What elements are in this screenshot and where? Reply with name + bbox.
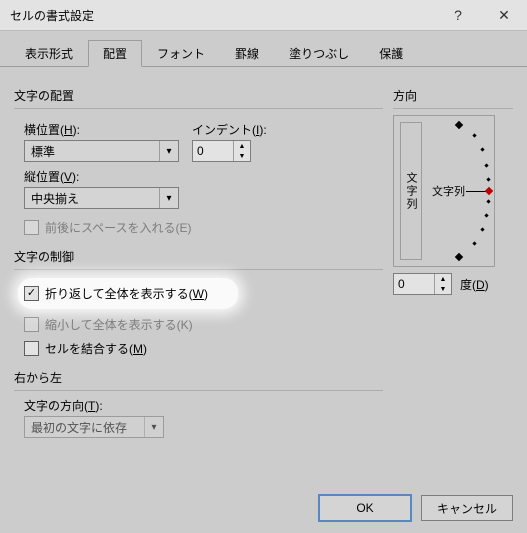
orientation-vertical-text: 文字列: [403, 172, 419, 211]
orientation-vertical-button[interactable]: 文字列: [400, 122, 422, 260]
wrap-text-row[interactable]: 折り返して全体を表示する(W): [24, 283, 208, 304]
wrap-text-label: 折り返して全体を表示する(W): [45, 285, 208, 302]
wrap-text-checkbox[interactable]: [24, 286, 39, 301]
degrees-value: 0: [394, 274, 434, 294]
tab-alignment[interactable]: 配置: [88, 40, 142, 67]
shrink-fit-label: 縮小して全体を表示する(K): [45, 316, 193, 333]
shrink-fit-row: 縮小して全体を表示する(K): [24, 314, 383, 335]
orientation-legend: 方向: [393, 87, 513, 104]
degrees-spinner[interactable]: 0 ▲▼: [393, 273, 452, 295]
vertical-value: 中央揃え: [25, 190, 159, 207]
indent-spinner[interactable]: 0 ▲▼: [192, 140, 251, 162]
title-bar: セルの書式設定 ? ✕: [0, 0, 527, 31]
cancel-button[interactable]: キャンセル: [421, 495, 513, 521]
spinner-down-icon[interactable]: ▼: [435, 284, 451, 294]
merge-cells-label: セルを結合する(M): [45, 340, 147, 357]
indent-label: インデント(I):: [192, 121, 267, 138]
vertical-combo[interactable]: 中央揃え ▾: [24, 187, 179, 209]
merge-cells-row[interactable]: セルを結合する(M): [24, 338, 383, 359]
justify-distribute-row: 前後にスペースを入れる(E): [24, 217, 383, 238]
ok-button[interactable]: OK: [319, 495, 411, 521]
orientation-dial-label: 文字列: [432, 183, 465, 199]
orientation-box[interactable]: 文字列 文字列: [393, 115, 495, 267]
text-direction-value: 最初の文字に依存: [25, 419, 144, 436]
justify-distribute-checkbox: [24, 220, 39, 235]
chevron-down-icon: ▾: [159, 141, 178, 161]
degrees-label: 度(D): [460, 276, 489, 293]
spinner-up-icon[interactable]: ▲: [234, 141, 250, 151]
text-control-legend: 文字の制御: [14, 248, 383, 265]
tab-number-format[interactable]: 表示形式: [10, 40, 88, 67]
vertical-label: 縦位置(V):: [24, 168, 383, 185]
tab-strip: 表示形式 配置 フォント 罫線 塗りつぶし 保護: [0, 31, 527, 67]
merge-cells-checkbox[interactable]: [24, 341, 39, 356]
orientation-dial[interactable]: 文字列: [428, 120, 490, 262]
spinner-up-icon[interactable]: ▲: [435, 274, 451, 284]
text-alignment-legend: 文字の配置: [14, 87, 383, 104]
chevron-down-icon: ▾: [144, 417, 163, 437]
shrink-fit-checkbox: [24, 317, 39, 332]
rtl-legend: 右から左: [14, 369, 383, 386]
close-button[interactable]: ✕: [481, 0, 527, 30]
text-direction-label: 文字の方向(T):: [24, 397, 383, 414]
tab-font[interactable]: フォント: [142, 40, 220, 67]
horizontal-label: 横位置(H):: [24, 121, 184, 138]
justify-distribute-label: 前後にスペースを入れる(E): [45, 219, 192, 236]
tab-protection[interactable]: 保護: [364, 40, 418, 67]
text-direction-combo[interactable]: 最初の文字に依存 ▾: [24, 416, 164, 438]
indent-value: 0: [193, 141, 233, 161]
tab-border[interactable]: 罫線: [220, 40, 274, 67]
horizontal-combo[interactable]: 標準 ▾: [24, 140, 179, 162]
chevron-down-icon: ▾: [159, 188, 178, 208]
tab-fill[interactable]: 塗りつぶし: [274, 40, 364, 67]
spinner-down-icon[interactable]: ▼: [234, 151, 250, 161]
horizontal-value: 標準: [25, 143, 159, 160]
help-button[interactable]: ?: [435, 0, 481, 30]
dialog-title: セルの書式設定: [10, 7, 435, 24]
